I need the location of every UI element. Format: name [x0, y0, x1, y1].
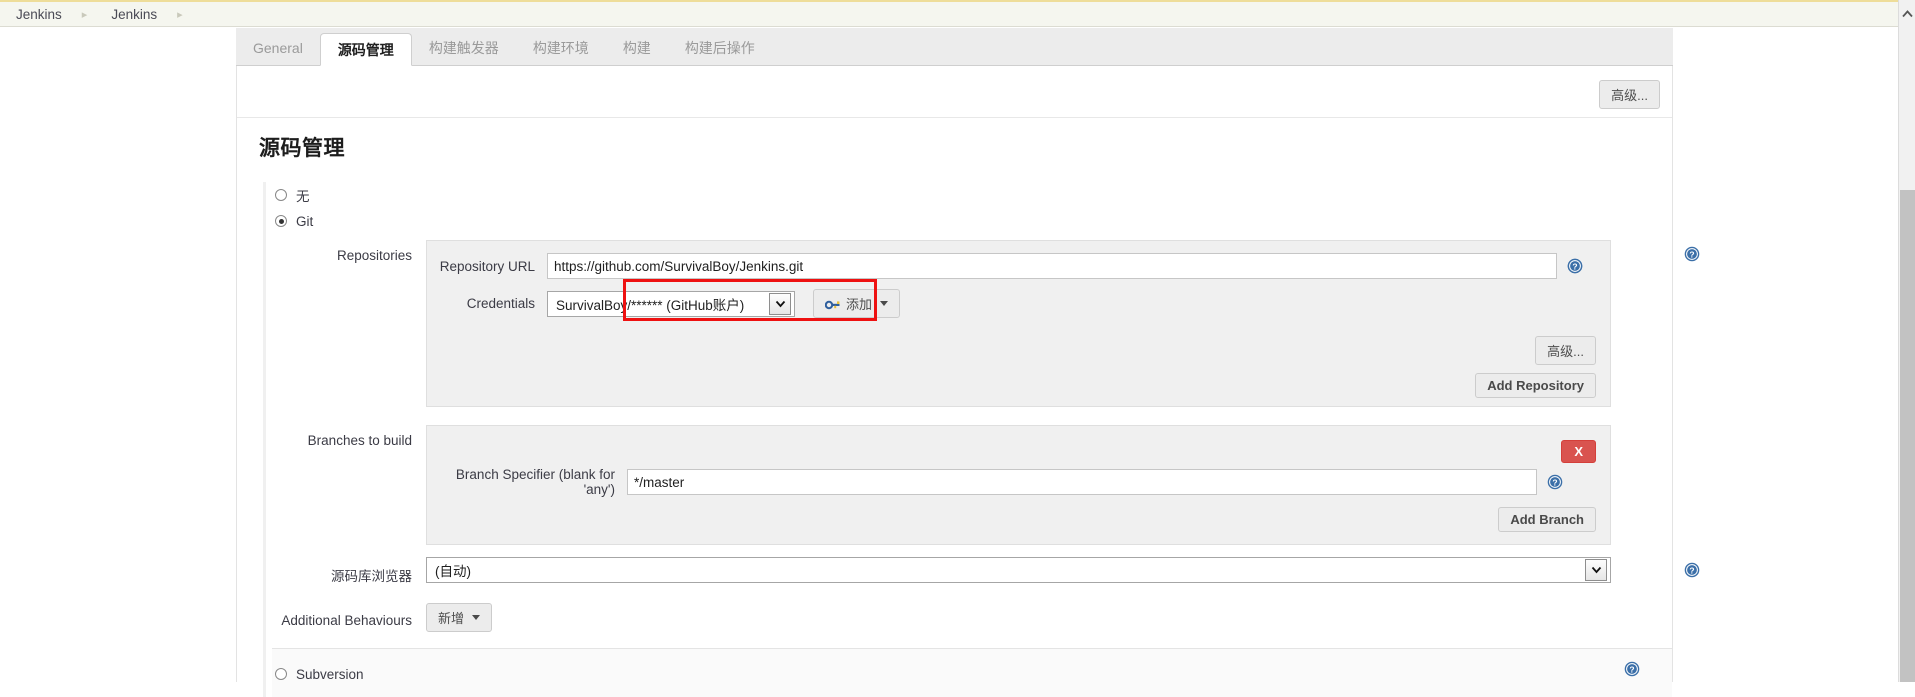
branch-delete-row: X [427, 440, 1610, 463]
scm-radio-group: 无 Git Repositories Repository URL https:… [263, 182, 1700, 697]
add-branch-button[interactable]: Add Branch [1498, 507, 1596, 532]
repository-url-help[interactable]: ? [1567, 258, 1583, 274]
radio-none-icon[interactable] [275, 189, 287, 201]
svg-text:?: ? [1552, 478, 1557, 488]
breadcrumb: Jenkins ▸ Jenkins ▸ [0, 0, 1900, 27]
scm-option-git-label[interactable]: Git [296, 214, 313, 229]
credentials-row: Credentials SurvivalBoy/****** (GitHub账户… [427, 279, 1610, 321]
branches-row: Branches to build X Branch Specifier (bl… [274, 425, 1664, 545]
config-tab-bar: General 源码管理 构建触发器 构建环境 构建 构建后操作 [236, 28, 1673, 66]
repositories-label: Repositories [336, 248, 412, 263]
credentials-select-value: SurvivalBoy/****** (GitHub账户) [556, 297, 745, 313]
scroll-up-button[interactable] [1899, 0, 1915, 27]
tab-source-code-management[interactable]: 源码管理 [319, 33, 412, 66]
page-canvas: General 源码管理 构建触发器 构建环境 构建 构建后操作 高级... 源… [0, 28, 1900, 697]
tab-post-build-actions[interactable]: 构建后操作 [668, 32, 772, 65]
repository-url-label: Repository URL [439, 258, 535, 274]
repositories-box: Repository URL ? [426, 240, 1611, 407]
page-scrollbar[interactable] [1898, 0, 1915, 682]
repositories-row: Repositories Repository URL https://gith… [274, 240, 1700, 407]
chevron-up-icon [1901, 9, 1913, 17]
repo-browser-label: 源码库浏览器 [331, 569, 412, 584]
repo-browser-row: 源码库浏览器 (自动) ? [274, 557, 1700, 585]
repository-url-row: Repository URL ? [427, 253, 1610, 279]
scm-option-none[interactable]: 无 [272, 182, 1672, 208]
scm-option-none-label[interactable]: 无 [296, 185, 310, 205]
add-repository-button[interactable]: Add Repository [1475, 373, 1596, 398]
repo-browser-help[interactable]: ? [1684, 562, 1700, 581]
delete-branch-button[interactable]: X [1561, 440, 1596, 463]
svg-text:?: ? [1689, 250, 1694, 260]
subversion-help[interactable]: ? [1624, 661, 1640, 677]
key-icon [825, 300, 840, 309]
scm-option-subversion[interactable]: Subversion ? [272, 648, 1672, 697]
add-repository-row: Add Repository [427, 373, 1610, 398]
help-icon[interactable]: ? [1567, 258, 1583, 274]
advanced-button-top[interactable]: 高级... [1599, 80, 1660, 109]
breadcrumb-item-root[interactable]: Jenkins [10, 7, 68, 22]
tab-build-environment[interactable]: 构建环境 [516, 32, 606, 65]
branches-label: Branches to build [307, 433, 412, 448]
tab-general[interactable]: General [236, 32, 320, 65]
repo-browser-select[interactable]: (自动) [426, 557, 1611, 583]
left-gutter [0, 28, 236, 682]
scm-option-git[interactable]: Git [272, 208, 1672, 234]
branch-specifier-help[interactable]: ? [1547, 474, 1563, 490]
tab-build-triggers[interactable]: 构建触发器 [412, 32, 516, 65]
branch-specifier-label: Branch Specifier (blank for 'any') [455, 467, 615, 497]
repository-advanced-row: 高级... [427, 336, 1610, 365]
add-branch-row: Add Branch [427, 507, 1610, 532]
scm-section: 源码管理 无 Git Repositories Repository URL h… [237, 118, 1700, 697]
top-advanced-strip: 高级... [237, 66, 1672, 118]
scroll-thumb[interactable] [1900, 190, 1915, 682]
svg-text:?: ? [1572, 262, 1577, 272]
page-title: 源码管理 [259, 137, 345, 160]
branches-box: X Branch Specifier (blank for 'any') ? [426, 425, 1611, 545]
add-credentials-label: 添加 [846, 297, 873, 312]
scm-option-subversion-label[interactable]: Subversion [296, 667, 364, 682]
add-credentials-button[interactable]: 添加 [813, 289, 901, 318]
branch-specifier-input[interactable] [627, 469, 1537, 495]
git-config-block: Repositories Repository URL https://gith… [274, 240, 1700, 632]
repository-advanced-button[interactable]: 高级... [1535, 336, 1596, 365]
svg-text:?: ? [1689, 566, 1694, 576]
chevron-down-icon[interactable] [769, 292, 791, 315]
help-icon[interactable]: ? [1547, 474, 1563, 490]
additional-behaviours-label: Additional Behaviours [281, 612, 412, 628]
chevron-down-icon-add [880, 301, 889, 306]
help-icon[interactable]: ? [1684, 246, 1700, 262]
config-panel: 高级... 源码管理 无 Git Repositories Repository… [236, 66, 1700, 697]
credentials-label: Credentials [466, 296, 535, 311]
breadcrumb-separator-icon-2: ▸ [177, 8, 183, 21]
svg-text:?: ? [1629, 665, 1634, 675]
radio-git-icon[interactable] [275, 215, 287, 227]
breadcrumb-separator-icon: ▸ [81, 8, 88, 21]
help-icon[interactable]: ? [1684, 562, 1700, 578]
branch-specifier-row: Branch Specifier (blank for 'any') ? [427, 467, 1610, 497]
breadcrumb-item-job[interactable]: Jenkins [105, 7, 163, 22]
add-behaviour-button[interactable]: 新增 [426, 603, 493, 632]
chevron-down-icon-behaviour [472, 615, 481, 620]
credentials-select[interactable]: SurvivalBoy/****** (GitHub账户) [547, 290, 795, 317]
radio-subversion-icon[interactable] [275, 668, 287, 680]
repo-browser-value: (自动) [435, 564, 471, 579]
help-icon[interactable]: ? [1624, 661, 1640, 677]
tab-build[interactable]: 构建 [606, 32, 668, 65]
add-behaviour-label: 新增 [438, 611, 465, 626]
additional-behaviours-row: Additional Behaviours 新增 [274, 603, 1664, 632]
chevron-down-icon[interactable] [1585, 559, 1607, 581]
repository-url-input[interactable] [547, 253, 1557, 279]
repositories-help[interactable]: ? [1684, 246, 1700, 265]
